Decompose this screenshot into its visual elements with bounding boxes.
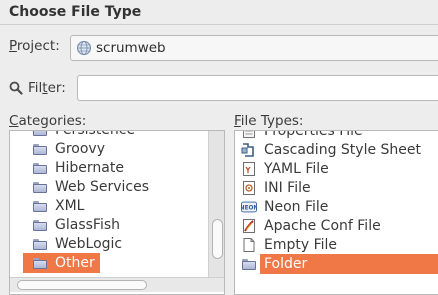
- file-type-item-label: Properties File: [264, 130, 363, 139]
- properties-file-icon: [241, 131, 257, 138]
- file-type-item-label: Folder: [260, 254, 438, 274]
- file-types-label-post: ile Types:: [240, 113, 304, 129]
- file-type-item-label: YAML File: [264, 161, 329, 177]
- filter-label: Filter:: [28, 80, 66, 96]
- categories-label-post: ategories:: [18, 113, 87, 129]
- title-divider: [0, 24, 438, 25]
- folder-icon: [32, 131, 48, 137]
- category-item[interactable]: Hibernate: [10, 158, 208, 178]
- file-type-item-label: INI File: [264, 180, 311, 196]
- category-item-label: Other: [52, 255, 98, 271]
- category-item-label: XML: [55, 198, 85, 214]
- folder-icon: [32, 199, 48, 213]
- folder-icon: [32, 161, 48, 175]
- folder-icon: [32, 256, 48, 270]
- globe-icon: [76, 40, 92, 56]
- category-item-label: Persistence: [55, 130, 136, 138]
- project-field[interactable]: scrumweb: [70, 35, 438, 61]
- file-type-item[interactable]: Folder: [235, 254, 438, 274]
- category-item[interactable]: Other: [23, 253, 100, 273]
- css-icon: [241, 143, 257, 157]
- project-label-rest: roject:: [16, 38, 60, 54]
- file-type-item[interactable]: NEON Neon File: [235, 197, 438, 217]
- folder-icon: [241, 257, 257, 271]
- filter-label-post: er:: [47, 80, 66, 96]
- categories-hscroll-thumb[interactable]: [17, 280, 147, 290]
- file-types-list[interactable]: Properties File Cascading Style Sheet YAML…: [234, 130, 438, 295]
- category-item[interactable]: WebLogic: [10, 234, 208, 254]
- dialog-title: Choose File Type: [9, 4, 142, 20]
- folder-icon: [32, 142, 48, 156]
- file-types-label-mnemonic: F: [234, 113, 241, 129]
- folder-icon: [32, 218, 48, 232]
- file-type-item[interactable]: Empty File: [235, 235, 438, 255]
- filter-input[interactable]: [77, 75, 438, 101]
- file-type-item-label: Cascading Style Sheet: [264, 142, 422, 158]
- folder-icon: [32, 237, 48, 251]
- categories-list[interactable]: Persistence Groovy Hibernate Web Services XM…: [9, 130, 225, 295]
- category-item[interactable]: Web Services: [10, 177, 208, 197]
- categories-label: Categories:: [9, 113, 86, 129]
- ini-file-icon: [241, 181, 257, 195]
- category-item-label: Hibernate: [55, 160, 124, 176]
- project-label: Project:: [9, 38, 60, 54]
- filter-label-pre: Fil: [28, 80, 43, 96]
- empty-file-icon: [241, 238, 257, 252]
- category-item-label: Web Services: [55, 179, 150, 195]
- category-item[interactable]: XML: [10, 196, 208, 216]
- category-item-label: Groovy: [55, 141, 105, 157]
- file-type-item[interactable]: YAML File: [235, 159, 438, 179]
- category-item[interactable]: Groovy: [10, 139, 208, 159]
- category-item-label: WebLogic: [55, 236, 123, 252]
- file-type-item[interactable]: INI File: [235, 178, 438, 198]
- file-type-item-label: Neon File: [264, 199, 329, 215]
- neon-file-icon: NEON: [241, 200, 257, 214]
- file-type-item[interactable]: Apache Conf File: [235, 216, 438, 236]
- apache-conf-icon: [241, 219, 257, 233]
- project-value: scrumweb: [96, 40, 166, 56]
- project-label-mnemonic: P: [9, 38, 17, 54]
- file-type-item[interactable]: Cascading Style Sheet: [235, 140, 438, 160]
- file-types-label: File Types:: [234, 113, 304, 129]
- categories-scroll-thumb[interactable]: [212, 219, 223, 259]
- folder-icon: [32, 180, 48, 194]
- categories-vertical-scrollbar[interactable]: [208, 131, 224, 277]
- file-type-item-label: Empty File: [264, 237, 338, 253]
- search-icon: [9, 80, 23, 95]
- category-item[interactable]: GlassFish: [10, 215, 208, 235]
- yaml-file-icon: [241, 162, 257, 176]
- file-type-item-label: Apache Conf File: [264, 218, 381, 234]
- category-item-label: GlassFish: [55, 217, 120, 233]
- svg-text:NEON: NEON: [241, 206, 257, 212]
